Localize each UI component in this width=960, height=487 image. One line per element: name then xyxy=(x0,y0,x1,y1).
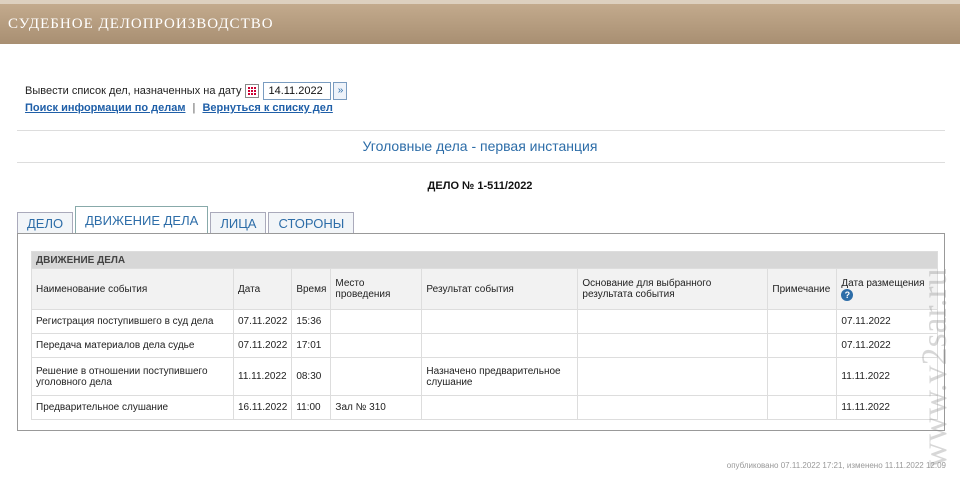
watermark-text: www.v2sar.ru xyxy=(914,268,954,468)
table-caption: ДВИЖЕНИЕ ДЕЛА xyxy=(30,251,939,269)
column-header: Примечание xyxy=(767,268,838,310)
table-cell xyxy=(421,309,579,334)
column-header: Дата xyxy=(232,268,293,310)
table-cell: 16.11.2022 xyxy=(232,395,293,420)
tab-persons[interactable]: ЛИЦА xyxy=(210,212,267,234)
table-header-row: Наименование события Дата Время Место пр… xyxy=(31,268,939,310)
table-cell xyxy=(767,357,838,396)
table-row: Передача материалов дела судье 07.11.202… xyxy=(31,333,939,358)
table-cell xyxy=(767,395,838,420)
table-cell: 08:30 xyxy=(291,357,332,396)
table-cell xyxy=(330,309,423,334)
table-cell: Передача материалов дела судье xyxy=(31,333,234,358)
table-cell: Предварительное слушание xyxy=(31,395,234,420)
tab-case[interactable]: ДЕЛО xyxy=(17,212,74,234)
table-cell: 07.11.2022 xyxy=(232,333,293,358)
column-header: Основание для выбранного результата собы… xyxy=(577,268,769,310)
date-filter-label: Вывести список дел, назначенных на дату xyxy=(25,85,242,97)
go-button[interactable]: » xyxy=(333,82,348,100)
tab-parties[interactable]: СТОРОНЫ xyxy=(268,212,355,234)
calendar-icon[interactable] xyxy=(245,84,260,98)
table-cell xyxy=(330,357,423,396)
top-bar: СУДЕБНОЕ ДЕЛОПРОИЗВОДСТВО xyxy=(0,0,960,44)
case-movement-panel: ДВИЖЕНИЕ ДЕЛА Наименование события Дата … xyxy=(17,233,945,431)
column-header: Результат события xyxy=(421,268,579,310)
nav-links: Поиск информации по делам | Вернуться к … xyxy=(25,102,333,114)
table-cell xyxy=(577,333,769,358)
case-number: ДЕЛО № 1-511/2022 xyxy=(427,180,533,192)
help-icon[interactable]: ? xyxy=(841,288,854,301)
section-title: Уголовные дела - первая инстанция xyxy=(362,138,598,154)
case-movement-table: ДВИЖЕНИЕ ДЕЛА Наименование события Дата … xyxy=(30,251,939,420)
table-cell xyxy=(577,357,769,396)
column-header: Наименование события xyxy=(31,268,234,310)
tab-case-movement[interactable]: ДВИЖЕНИЕ ДЕЛА xyxy=(75,206,209,234)
table-cell: Зал № 310 xyxy=(330,395,423,420)
table-row: Решение в отношении поступившего уголовн… xyxy=(31,357,939,396)
date-input[interactable] xyxy=(263,82,332,100)
column-header: Время xyxy=(291,268,332,310)
divider xyxy=(17,162,945,163)
table-cell: 07.11.2022 xyxy=(232,309,293,334)
table-caption-row: ДВИЖЕНИЕ ДЕЛА xyxy=(30,251,939,269)
table-cell: 11.11.2022 xyxy=(232,357,293,396)
table-cell: Назначено предварительное слушание xyxy=(421,357,579,396)
table-row: Регистрация поступившего в суд дела 07.1… xyxy=(31,309,939,334)
column-header: Место проведения xyxy=(330,268,423,310)
table-cell xyxy=(421,395,579,420)
table-cell: Регистрация поступившего в суд дела xyxy=(31,309,234,334)
table-cell xyxy=(421,333,579,358)
table-cell: 15:36 xyxy=(291,309,332,334)
table-cell: Решение в отношении поступившего уголовн… xyxy=(31,357,234,396)
table-cell: 11:00 xyxy=(291,395,332,420)
table-cell xyxy=(330,333,423,358)
back-to-list-link[interactable]: Вернуться к списку дел xyxy=(202,102,332,114)
link-separator: | xyxy=(192,102,196,114)
table-cell: 17:01 xyxy=(291,333,332,358)
divider xyxy=(17,130,945,131)
app-title: СУДЕБНОЕ ДЕЛОПРОИЗВОДСТВО xyxy=(8,16,274,32)
table-row: Предварительное слушание 16.11.2022 11:0… xyxy=(31,395,939,420)
table-cell xyxy=(577,309,769,334)
case-tabs: ДЕЛО ДВИЖЕНИЕ ДЕЛА ЛИЦА СТОРОНЫ xyxy=(17,206,356,234)
table-cell xyxy=(577,395,769,420)
date-filter: Вывести список дел, назначенных на дату … xyxy=(25,82,348,100)
table-cell xyxy=(767,333,838,358)
search-cases-link[interactable]: Поиск информации по делам xyxy=(25,102,185,114)
watermark: www.v2sar.ru xyxy=(914,268,954,468)
table-cell xyxy=(767,309,838,334)
